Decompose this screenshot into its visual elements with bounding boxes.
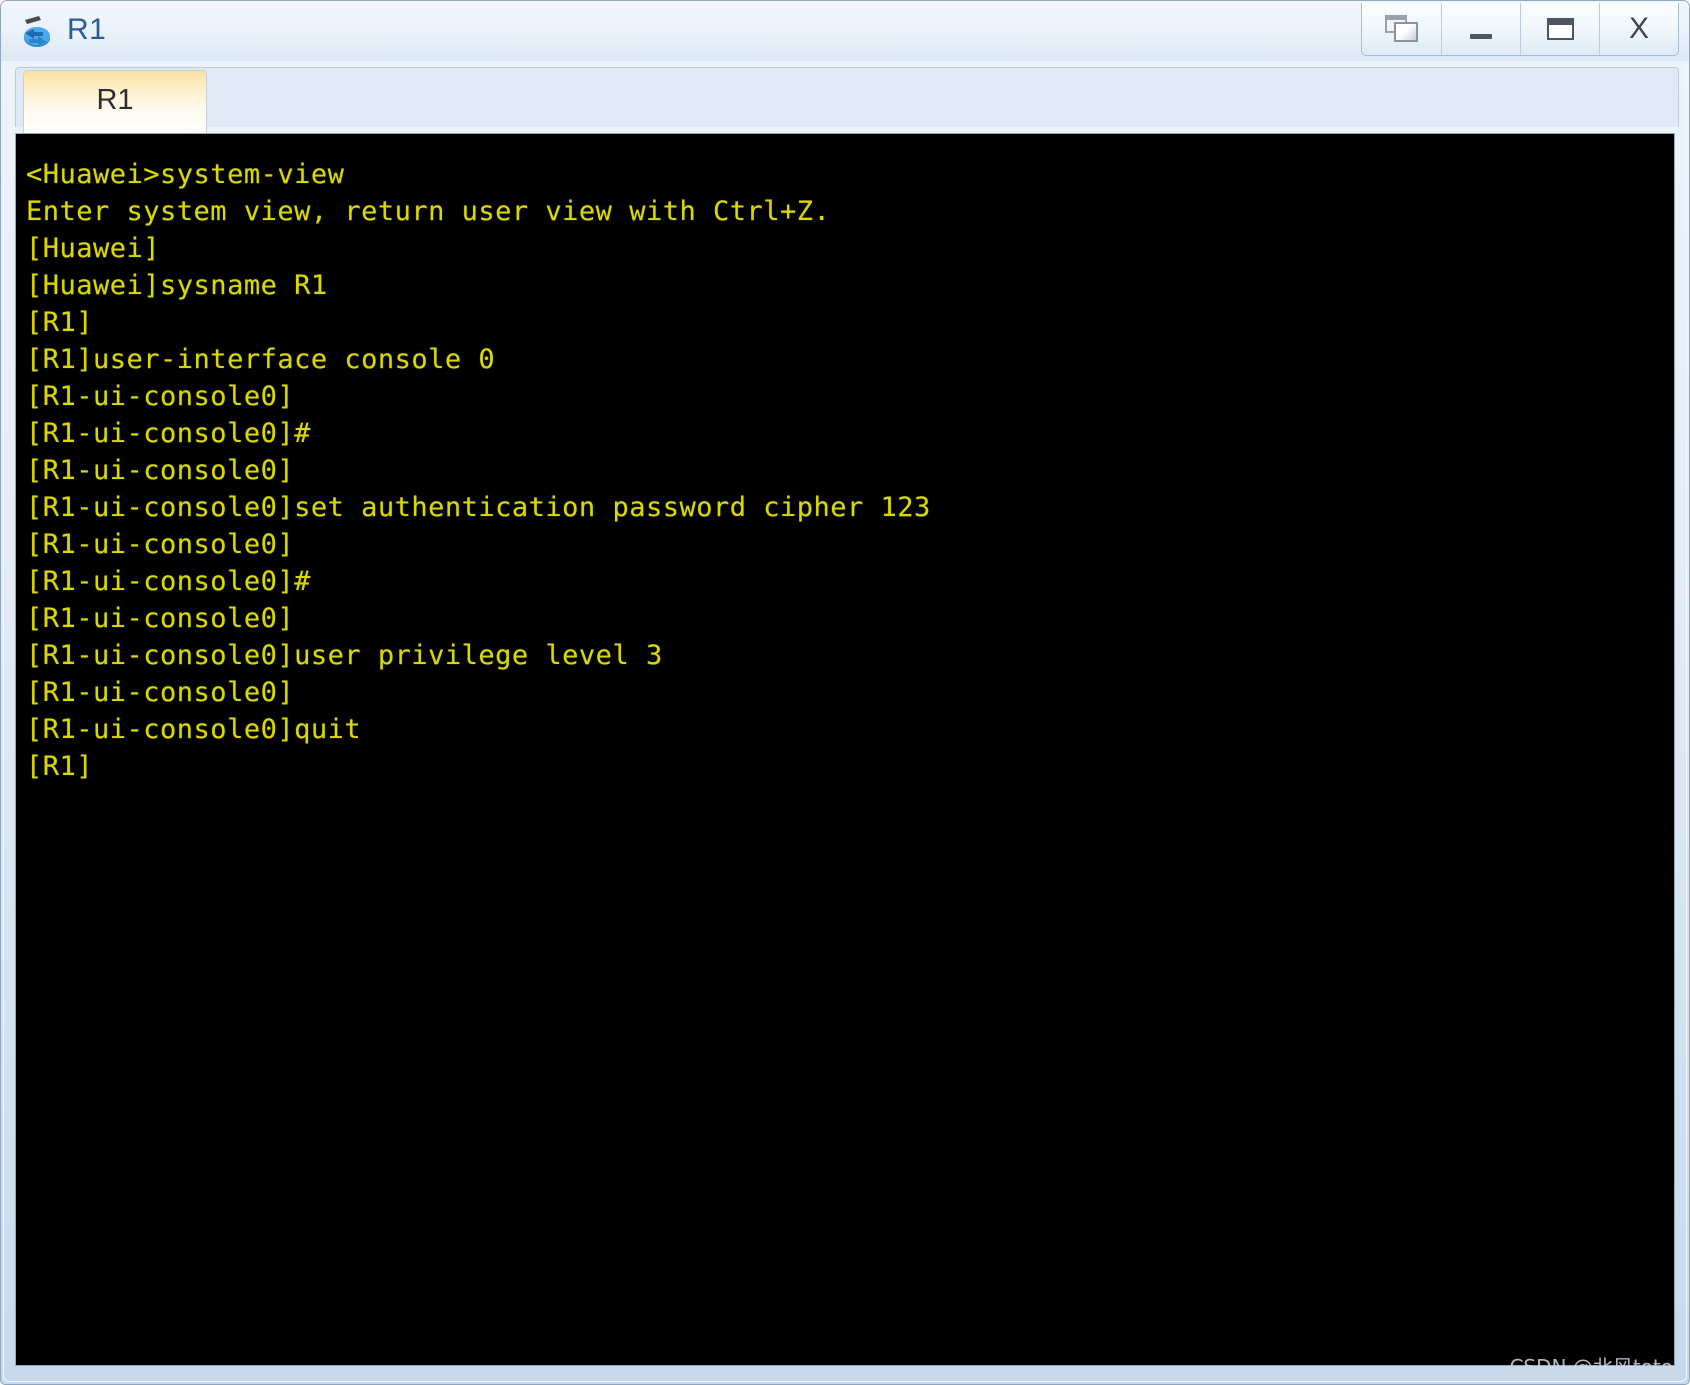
terminal-line: [R1] (26, 751, 94, 782)
terminal-line: [R1-ui-console0]# (26, 418, 311, 449)
window-title: R1 (67, 13, 107, 46)
tab-label: R1 (96, 83, 134, 116)
window-controls: X (1361, 3, 1679, 56)
minimize-window-button[interactable] (1441, 3, 1520, 55)
terminal-line: [Huawei]sysname R1 (26, 270, 328, 301)
tab-strip-background (15, 67, 1679, 127)
tab-strip: R1 (15, 61, 1679, 133)
terminal-line: [R1-ui-console0] (26, 603, 295, 634)
terminal-line: [R1]user-interface console 0 (26, 344, 496, 375)
title-bar: R1 X (1, 1, 1689, 61)
terminal-line: [R1-ui-console0] (26, 455, 295, 486)
maximize-icon (1546, 18, 1574, 40)
terminal-line: Enter system view, return user view with… (26, 196, 831, 227)
terminal-line: [R1-ui-console0]user privilege level 3 (26, 640, 663, 671)
terminal-panel: <Huawei>system-view Enter system view, re… (15, 133, 1675, 1366)
terminal-line: [R1-ui-console0] (26, 677, 295, 708)
terminal-line: [R1-ui-console0]set authentication passw… (26, 492, 931, 523)
terminal-line: <Huawei>system-view (26, 159, 345, 190)
close-window-button[interactable]: X (1599, 3, 1678, 55)
terminal-line: [R1-ui-console0] (26, 381, 295, 412)
router-icon (17, 11, 57, 51)
restore-window-button[interactable] (1362, 3, 1441, 55)
terminal-line: [R1-ui-console0]quit (26, 714, 362, 745)
title-bar-left: R1 (17, 11, 106, 51)
terminal-line: [Huawei] (26, 233, 161, 264)
maximize-window-button[interactable] (1520, 3, 1599, 55)
terminal-line: [R1] (26, 307, 94, 338)
terminal-line: [R1-ui-console0]# (26, 566, 311, 597)
router-console-window: R1 X R1 <Huawei>system-view Enter system… (0, 0, 1690, 1385)
terminal-line: [R1-ui-console0] (26, 529, 295, 560)
tab-r1[interactable]: R1 (23, 70, 207, 133)
minimize-icon (1470, 33, 1492, 39)
restore-icon (1384, 15, 1419, 43)
close-icon: X (1628, 12, 1649, 45)
terminal-output[interactable]: <Huawei>system-view Enter system view, re… (16, 134, 1674, 1365)
